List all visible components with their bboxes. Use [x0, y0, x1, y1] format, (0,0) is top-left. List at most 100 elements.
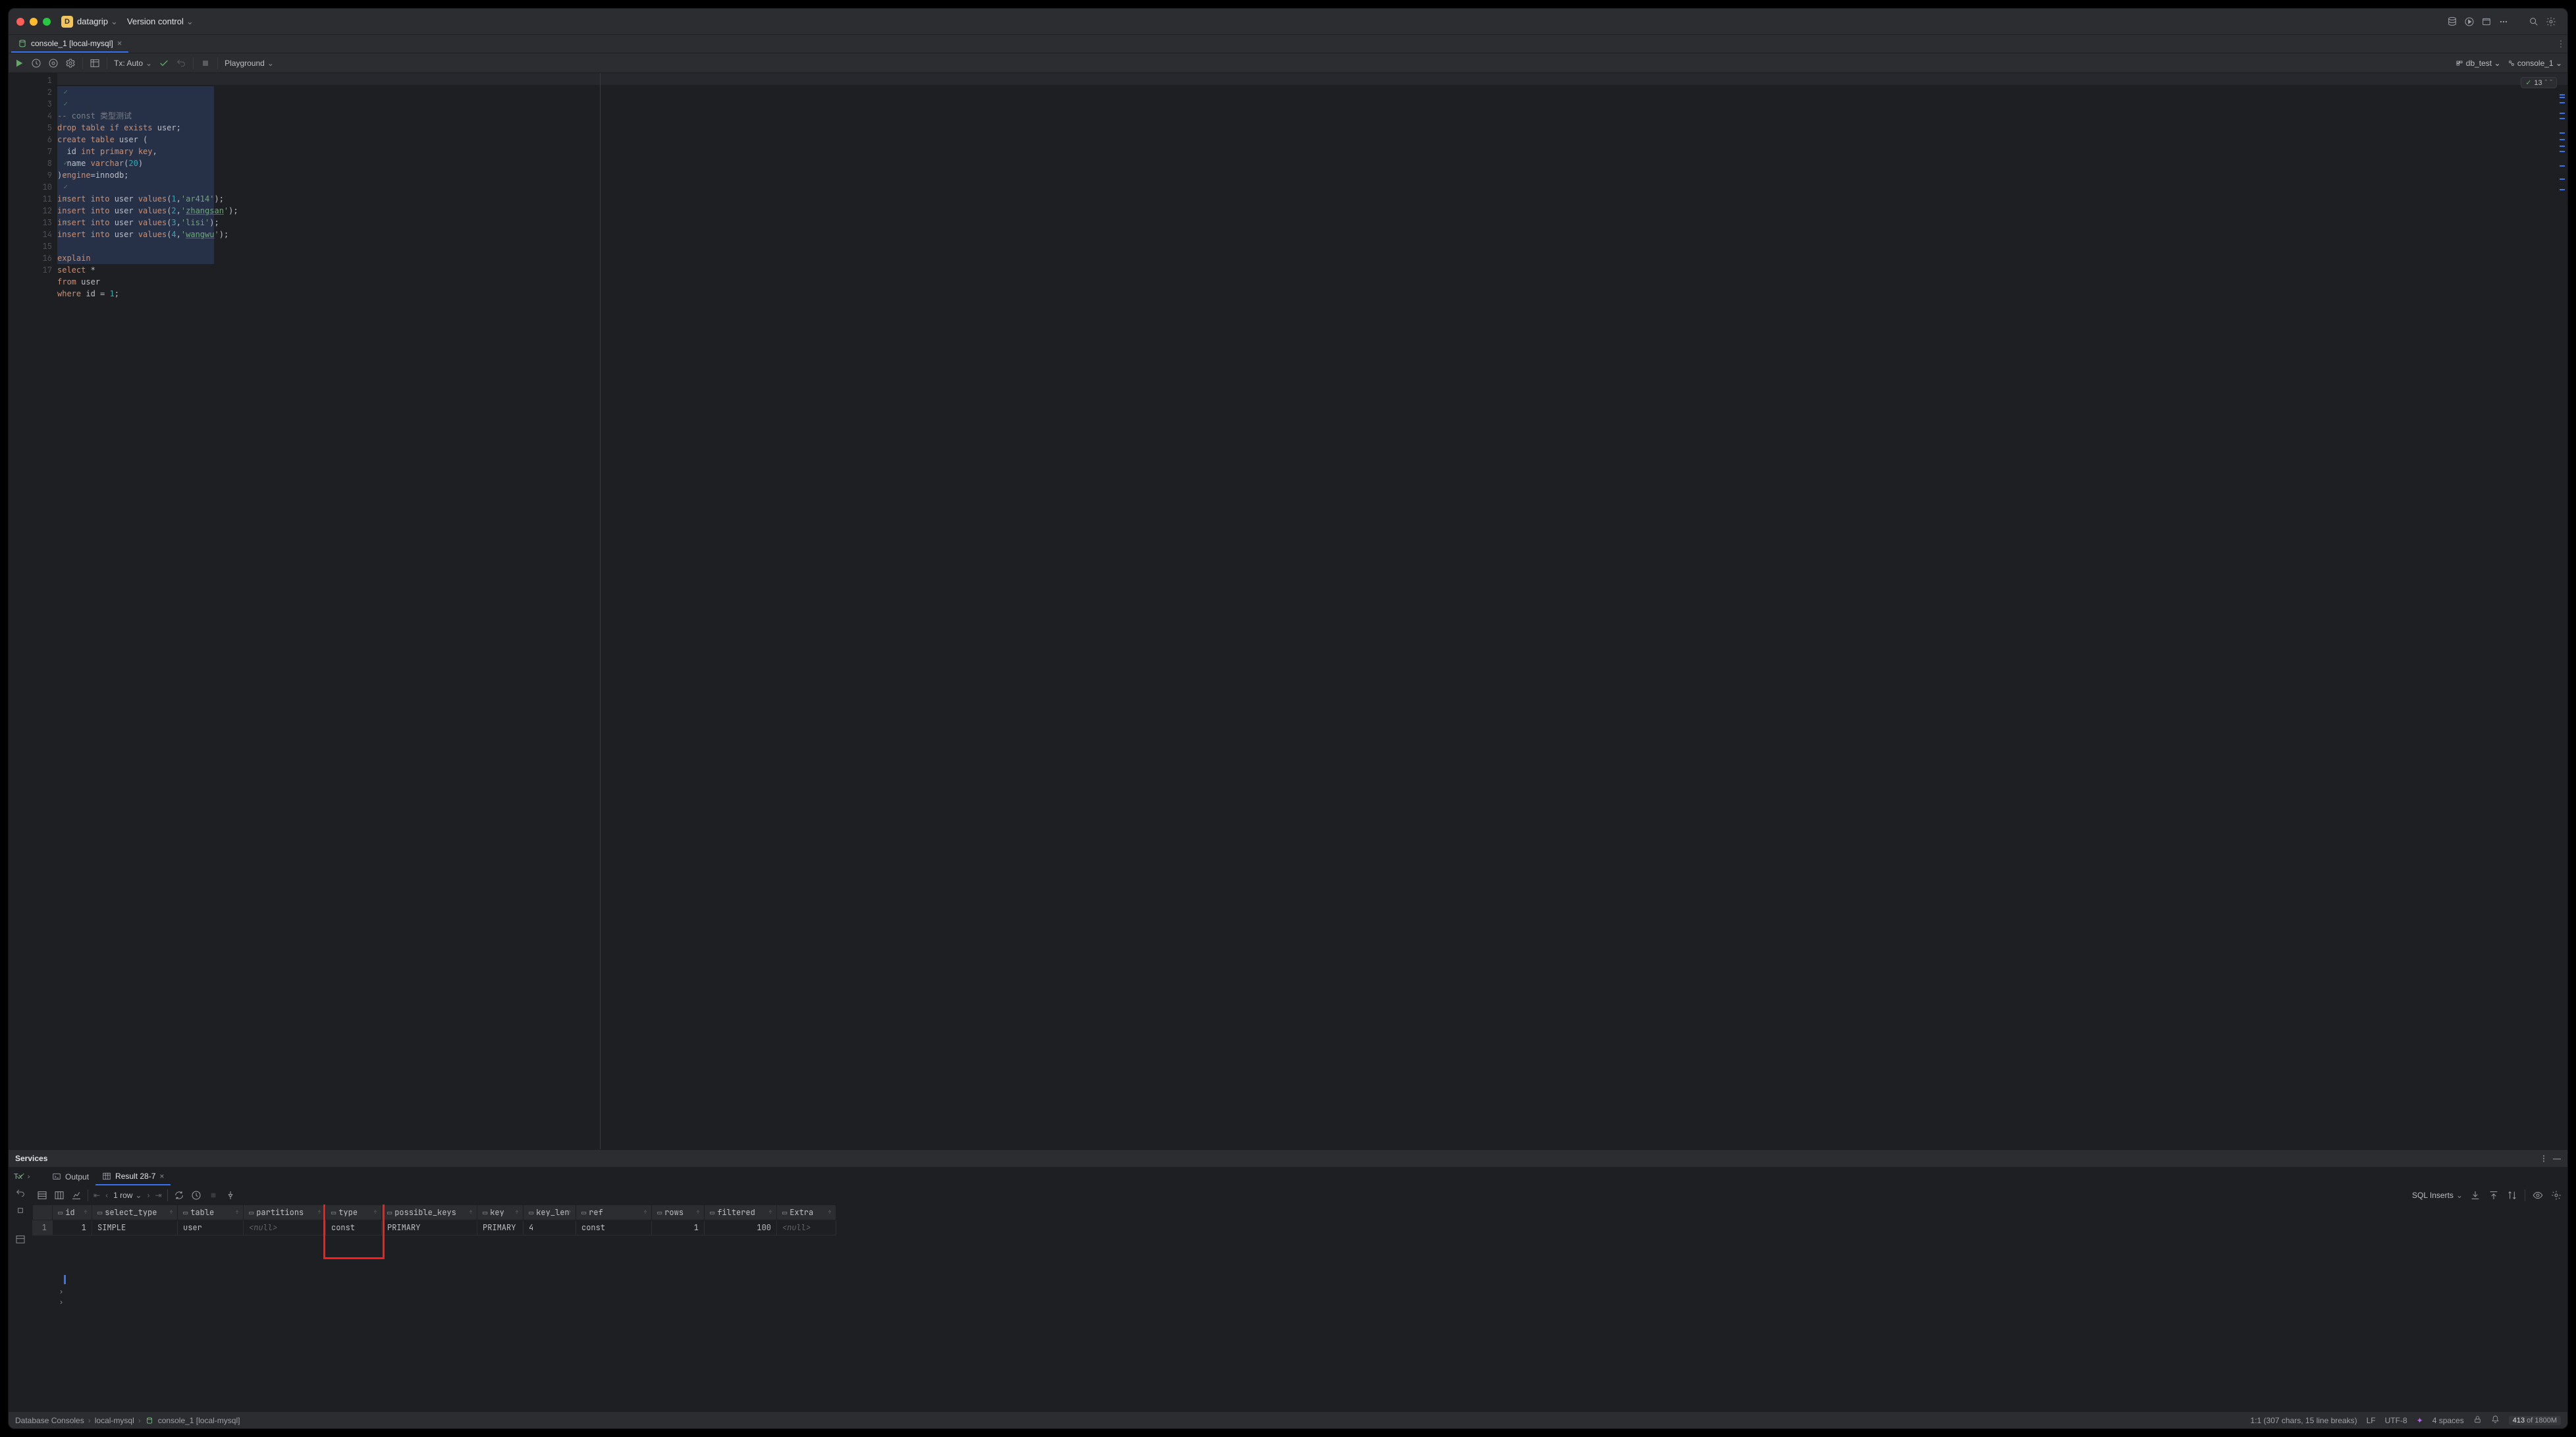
vcs-menu[interactable]: Version control	[127, 16, 194, 27]
cancel-query-icon[interactable]	[190, 1190, 202, 1201]
indent[interactable]: 4 spaces	[2432, 1416, 2464, 1425]
column-header[interactable]: ▭key÷	[477, 1205, 523, 1220]
panel-minimize-icon[interactable]: —	[2553, 1154, 2561, 1163]
close-window[interactable]	[16, 18, 24, 26]
cell[interactable]: SIMPLE	[92, 1220, 178, 1235]
column-header[interactable]: ▭key_len÷	[523, 1205, 576, 1220]
memory-indicator[interactable]: 413 of 1800M	[2509, 1416, 2561, 1425]
gutter: 12✓3✓45678✓9✓10✓11✓1213✓14151617	[9, 73, 57, 1149]
view-mode-icon[interactable]	[90, 58, 100, 68]
cell[interactable]: PRIMARY	[477, 1220, 523, 1235]
ai-icon[interactable]: ✦	[2417, 1416, 2423, 1425]
column-header[interactable]: ▭id÷	[53, 1205, 92, 1220]
code-editor[interactable]: 12✓3✓45678✓9✓10✓11✓1213✓14151617 -- cons…	[9, 73, 2567, 1149]
rollback-rail-icon[interactable]	[14, 1187, 26, 1199]
session-selector[interactable]: console_1 ⌄	[2508, 59, 2562, 68]
notifications-icon[interactable]	[2491, 1415, 2500, 1426]
tab-output[interactable]: Output	[45, 1168, 95, 1185]
cell[interactable]: user	[178, 1220, 244, 1235]
expand-marker[interactable]: ›	[60, 1287, 63, 1296]
column-header[interactable]: ▭filtered÷	[705, 1205, 777, 1220]
cell[interactable]: <null>	[244, 1220, 326, 1235]
run-config-icon[interactable]	[2461, 13, 2478, 30]
maximize-window[interactable]	[43, 18, 51, 26]
settings-icon[interactable]	[2542, 13, 2560, 30]
tab-result[interactable]: Result 28-7 ×	[95, 1168, 171, 1185]
expand-marker[interactable]: ›	[60, 1297, 63, 1307]
cell[interactable]: 1	[652, 1220, 705, 1235]
more-icon[interactable]	[2495, 13, 2512, 30]
compare-icon[interactable]	[2506, 1190, 2518, 1201]
run-button[interactable]	[14, 58, 24, 68]
tab-console[interactable]: console_1 [local-mysql] ×	[11, 35, 128, 53]
editor-toolbar: Tx: Auto Playground db_test ⌄ console_1 …	[9, 53, 2567, 73]
extractor-dropdown[interactable]: SQL Inserts	[2412, 1191, 2463, 1200]
reload-icon[interactable]	[173, 1190, 185, 1201]
column-header[interactable]: ▭type÷	[326, 1205, 382, 1220]
chart-icon[interactable]	[70, 1190, 82, 1201]
grid-settings-icon[interactable]	[2550, 1190, 2562, 1201]
result-grid[interactable]: ▭id÷▭select_type÷▭table÷▭partitions÷▭typ…	[32, 1205, 2567, 1411]
history-icon[interactable]	[31, 58, 41, 68]
project-menu[interactable]: datagrip	[77, 16, 118, 27]
export-icon[interactable]	[2469, 1190, 2481, 1201]
session-dropdown[interactable]: Playground	[225, 59, 274, 68]
column-header[interactable]: ▭ref÷	[576, 1205, 652, 1220]
column-header[interactable]: ▭possible_keys÷	[382, 1205, 477, 1220]
code-area[interactable]: -- const 类型测试 drop table if exists user;…	[57, 73, 2567, 1149]
encoding[interactable]: UTF-8	[2385, 1416, 2407, 1425]
problems-widget[interactable]: ✓13ˆˇ	[2521, 77, 2557, 88]
column-header[interactable]: ▭rows÷	[652, 1205, 705, 1220]
status-bar: Database Consoles› local-mysql› console_…	[9, 1411, 2567, 1428]
rollback-icon[interactable]	[176, 58, 186, 68]
eye-icon[interactable]	[2532, 1190, 2544, 1201]
cell[interactable]: PRIMARY	[382, 1220, 477, 1235]
import-icon[interactable]	[2488, 1190, 2500, 1201]
panel-options-icon[interactable]: ⋮	[2540, 1154, 2548, 1163]
stop-query-icon[interactable]	[207, 1190, 219, 1201]
tab-options[interactable]: ⋮	[2554, 35, 2567, 53]
prev-page-icon[interactable]: ‹	[105, 1191, 108, 1200]
cell[interactable]: 100	[705, 1220, 777, 1235]
column-header[interactable]: ▭select_type÷	[92, 1205, 178, 1220]
cell[interactable]: 4	[523, 1220, 576, 1235]
last-page-icon[interactable]: ⇥	[155, 1191, 161, 1200]
line-separator[interactable]: LF	[2367, 1416, 2376, 1425]
cell[interactable]: <null>	[777, 1220, 836, 1235]
cell[interactable]: const	[326, 1220, 382, 1235]
settings-gear-icon[interactable]	[65, 58, 76, 68]
first-page-icon[interactable]: ⇤	[94, 1191, 100, 1200]
files-icon[interactable]	[2478, 13, 2495, 30]
cell[interactable]: 1	[53, 1220, 92, 1235]
explain-icon[interactable]	[48, 58, 59, 68]
readonly-icon[interactable]	[2473, 1415, 2482, 1426]
tab-label: console_1 [local-mysql]	[31, 39, 113, 48]
cell[interactable]: const	[576, 1220, 652, 1235]
titlebar: D datagrip Version control	[9, 9, 2567, 35]
rows-dropdown[interactable]: 1 row	[113, 1191, 142, 1200]
close-tab[interactable]: ×	[117, 38, 122, 48]
right-margin	[600, 73, 601, 1149]
stop-rail-icon[interactable]	[14, 1205, 26, 1216]
services-side-rail	[9, 1168, 32, 1411]
search-icon[interactable]	[2525, 13, 2542, 30]
minimize-window[interactable]	[30, 18, 38, 26]
stop-icon[interactable]	[200, 58, 211, 68]
column-header[interactable]: ▭table÷	[178, 1205, 244, 1220]
breadcrumb[interactable]: Database Consoles› local-mysql› console_…	[15, 1416, 240, 1425]
close-result-tab[interactable]: ×	[159, 1172, 164, 1181]
table-view-icon[interactable]	[36, 1190, 48, 1201]
caret-position[interactable]: 1:1 (307 chars, 15 line breaks)	[2251, 1416, 2357, 1425]
database-icon[interactable]	[2444, 13, 2461, 30]
next-page-icon[interactable]: ›	[147, 1191, 149, 1200]
layout-rail-icon[interactable]	[14, 1234, 26, 1245]
pin-icon[interactable]	[225, 1190, 236, 1201]
schema-selector[interactable]: db_test ⌄	[2455, 59, 2500, 68]
column-header[interactable]: ▭Extra÷	[777, 1205, 836, 1220]
commit-icon[interactable]	[159, 58, 169, 68]
transpose-icon[interactable]	[53, 1190, 65, 1201]
tx-mode-dropdown[interactable]: Tx: Auto	[114, 59, 152, 68]
app-window: D datagrip Version control console_1 [lo…	[8, 8, 2568, 1429]
column-header[interactable]: ▭partitions÷	[244, 1205, 326, 1220]
ok-icon[interactable]	[14, 1170, 26, 1182]
